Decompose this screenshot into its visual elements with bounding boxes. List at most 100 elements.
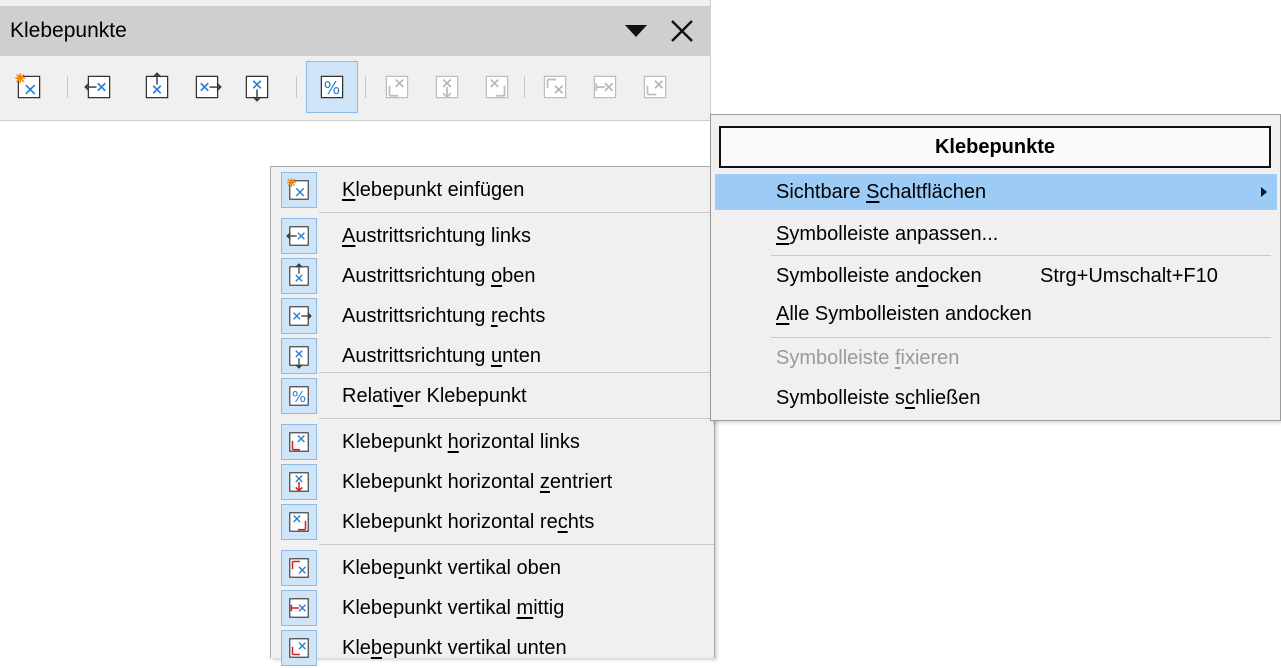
menu-item-gluepoint-horizontal-right[interactable]: Klebepunkt horizontal rechts <box>271 502 714 542</box>
exit-direction-bottom-icon <box>289 346 309 369</box>
label-part: ocken <box>928 265 982 287</box>
label-part: A <box>342 225 356 247</box>
menu-separator <box>319 544 714 545</box>
customize-toolbar-item[interactable]: Symbolleiste anpassen... <box>715 216 1277 252</box>
label-part: ymbolleiste anpassen... <box>789 223 999 245</box>
menu-item-gluepoint-horizontal-left[interactable]: Klebepunkt horizontal links <box>271 422 714 462</box>
toolbar-separator <box>67 76 68 98</box>
toolbar-button-gluepoint-horizontal-left[interactable] <box>376 66 418 108</box>
visible-buttons-item[interactable]: Sichtbare Schaltflächen <box>715 174 1277 210</box>
triangle-down-icon <box>625 25 647 37</box>
label-part: er Klebepunkt <box>403 385 527 407</box>
svg-text:%: % <box>324 79 341 99</box>
insert-gluepoint-icon <box>287 178 309 200</box>
menu-item-gluepoint-vertical-center[interactable]: Klebepunkt vertikal mittig <box>271 588 714 628</box>
label-part: r <box>490 305 498 327</box>
exit-direction-top-icon <box>289 263 309 286</box>
label-part: z <box>539 471 550 493</box>
label-part: m <box>516 597 534 619</box>
toolbar-separator <box>365 76 366 98</box>
label-part: Kle <box>342 637 371 659</box>
menu-item-label: Klebepunkt horizontal links <box>342 422 580 462</box>
menu-item-label: Klebepunkt einfügen <box>342 170 524 210</box>
label-part: Sichtbare <box>776 181 867 203</box>
submenu-arrow-icon <box>1261 187 1267 197</box>
dock-all-toolbars-item[interactable]: Alle Symbolleisten andocken <box>715 296 1277 332</box>
menu-item-gluepoint-vertical-bottom[interactable]: Klebepunkt vertikal unten <box>271 628 714 668</box>
toolbar-titlebar[interactable]: Klebepunkte <box>0 6 710 56</box>
close-x-icon <box>671 20 693 42</box>
menu-item-checkbox <box>281 464 317 500</box>
toolbar-button-relative-gluepoint[interactable]: % <box>306 61 358 113</box>
label-part: ben <box>502 265 536 287</box>
label-part: hts <box>567 511 595 533</box>
toolbar-button-exit-direction-left[interactable] <box>78 66 120 108</box>
label-part: Austrittsrichtung <box>342 265 491 287</box>
exit-direction-left-icon <box>84 75 111 99</box>
relative-gluepoint-icon: % <box>289 386 309 406</box>
label-part: orizontal links <box>458 431 580 453</box>
label-part: lebepunkt einfügen <box>355 179 525 201</box>
toolbar-context-menu: Klebepunkte Sichtbare Schaltflächen Symbo… <box>710 114 1281 421</box>
label-part: chaltflächen <box>879 181 987 203</box>
label-part: unkt vertikal oben <box>404 557 562 579</box>
menu-item-label: Austrittsrichtung links <box>342 216 531 256</box>
menu-item-checkbox <box>281 172 317 208</box>
menu-item-gluepoint-vertical-top[interactable]: Klebepunkt vertikal oben <box>271 548 714 588</box>
menu-item-insert-gluepoint[interactable]: Klebepunkt einfügen <box>271 170 714 210</box>
menu-separator <box>319 212 714 213</box>
menu-item-label: Klebepunkt vertikal mittig <box>342 588 564 628</box>
toolbar-button-gluepoint-vertical-top[interactable] <box>534 66 576 108</box>
context-item-label: Symbolleiste andocken <box>776 258 982 294</box>
toolbar-separator <box>524 76 525 98</box>
toolbar-button-exit-direction-top[interactable] <box>136 66 178 108</box>
context-item-label: Symbolleiste anpassen... <box>776 216 998 252</box>
menu-item-gluepoint-horizontal-center[interactable]: Klebepunkt horizontal zentriert <box>271 462 714 502</box>
toolbar-close-button[interactable] <box>662 11 702 51</box>
label-part: Klebepunkt vertikal <box>342 597 517 619</box>
exit-direction-right-icon <box>289 306 312 326</box>
menu-separator <box>319 418 714 419</box>
label-part: Austrittsrichtung <box>342 345 491 367</box>
gluepoint-vertical-center-icon <box>289 598 309 618</box>
gluepoint-vertical-bottom-icon <box>643 75 667 99</box>
gluepoint-horizontal-left-icon <box>289 432 309 452</box>
gluepoint-vertical-bottom-icon <box>289 638 309 658</box>
label-part: Symbolleiste s <box>776 387 905 409</box>
menu-separator <box>771 255 1271 256</box>
toolbar-separator <box>296 76 297 98</box>
menu-item-checkbox <box>281 298 317 334</box>
context-menu-header: Klebepunkte <box>719 126 1271 168</box>
relative-gluepoint-icon: % <box>320 75 344 99</box>
menu-separator <box>771 337 1271 338</box>
toolbar-button-exit-direction-bottom[interactable] <box>236 66 278 108</box>
menu-item-exit-direction-right[interactable]: Austrittsrichtung rechts <box>271 296 714 336</box>
menu-item-checkbox <box>281 424 317 460</box>
toolbar-button-gluepoint-horizontal-right[interactable] <box>476 66 518 108</box>
menu-item-relative-gluepoint[interactable]: % Relativer Klebepunkt <box>271 376 714 416</box>
label-part: K <box>342 179 356 201</box>
menu-item-exit-direction-left[interactable]: Austrittsrichtung links <box>271 216 714 256</box>
menu-item-checkbox <box>281 504 317 540</box>
menu-item-checkbox: % <box>281 378 317 414</box>
toolbar-menu-button[interactable] <box>618 11 654 51</box>
shortcut-label: Strg+Umschalt+F10 <box>1040 265 1218 287</box>
menu-item-exit-direction-top[interactable]: Austrittsrichtung oben <box>271 256 714 296</box>
menu-item-label: Klebepunkt horizontal rechts <box>342 502 594 542</box>
gluepoint-horizontal-center-icon <box>435 75 459 99</box>
toolbar-button-insert-gluepoint[interactable] <box>8 66 50 108</box>
label-part: epunkt vertikal unten <box>382 637 567 659</box>
label-part: Austrittsrichtung <box>342 305 491 327</box>
menu-item-exit-direction-bottom[interactable]: Austrittsrichtung unten <box>271 336 714 376</box>
dock-toolbar-item[interactable]: Symbolleiste andocken Strg+Umschalt+F10 <box>715 258 1277 294</box>
toolbar-button-exit-direction-right[interactable] <box>186 66 228 108</box>
label-part: Klebepunkt horizontal re <box>342 511 558 533</box>
toolbar-button-gluepoint-vertical-center[interactable] <box>584 66 626 108</box>
toolbar-button-gluepoint-vertical-bottom[interactable] <box>634 66 676 108</box>
label-part: ixieren <box>900 347 960 369</box>
gluepoint-vertical-top-icon <box>289 558 309 578</box>
close-toolbar-item[interactable]: Symbolleiste schließen <box>715 380 1277 416</box>
toolbar-button-gluepoint-horizontal-center[interactable] <box>426 66 468 108</box>
insert-gluepoint-icon <box>15 73 41 99</box>
gluepoint-vertical-top-icon <box>543 75 567 99</box>
